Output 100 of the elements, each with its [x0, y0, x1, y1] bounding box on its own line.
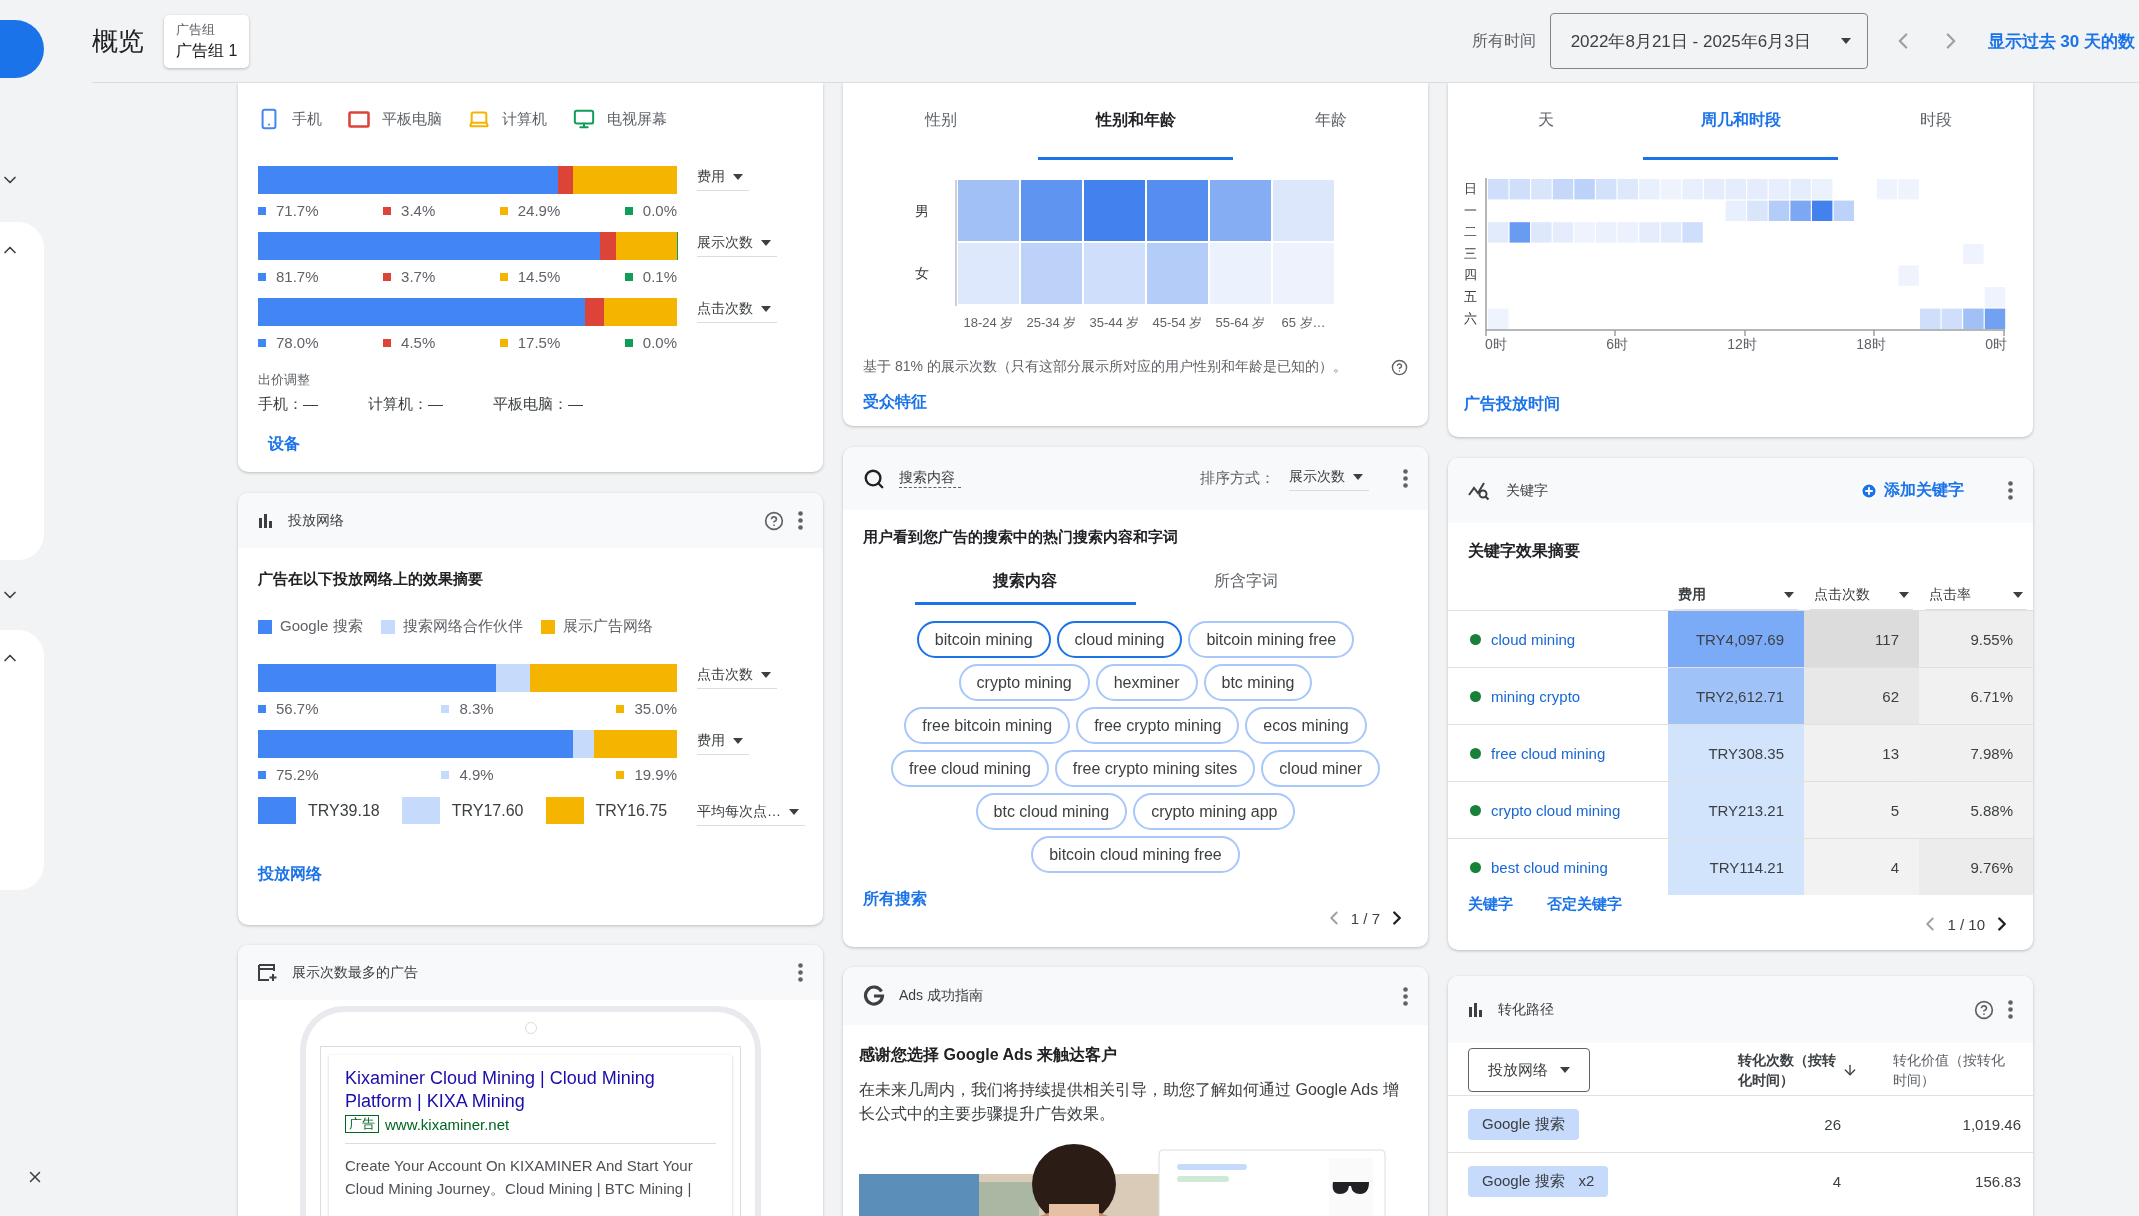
legend-marker: [499, 338, 508, 347]
search-term-chip[interactable]: hexminer: [1095, 664, 1198, 701]
heatmap-cell: [1941, 308, 1962, 329]
date-range-dropdown[interactable]: 2022年8月21日 - 2025年6月3日: [1549, 13, 1868, 69]
status-dot: [1470, 690, 1481, 702]
heatmap-cell: [1984, 287, 2006, 308]
keyword-link[interactable]: best cloud mining: [1491, 858, 1608, 876]
more-button[interactable]: [798, 963, 803, 982]
table-cell: 7.98%: [1919, 725, 2033, 781]
search-term-chip[interactable]: cloud miner: [1261, 750, 1381, 787]
legend-marker: [616, 704, 625, 713]
keyword-search-icon: [1468, 480, 1492, 501]
more-button[interactable]: [798, 511, 803, 530]
caret-icon: [761, 240, 771, 246]
table-cell-text: 156.83: [1974, 1172, 2022, 1190]
share-value: 17.5%: [517, 334, 561, 351]
help-button[interactable]: [1974, 999, 1994, 1020]
heatmap-cell: [1509, 179, 1530, 200]
column-header[interactable]: 点击次数: [1810, 580, 1913, 610]
more-button[interactable]: [1403, 986, 1408, 1006]
legend-marker: [258, 272, 266, 281]
tab[interactable]: 时段: [1838, 83, 2033, 160]
search-term-chip[interactable]: bitcoin mining: [916, 621, 1051, 658]
keyword-link[interactable]: crypto cloud mining: [1491, 801, 1621, 819]
bid-adjustment-title: 出价调整: [258, 371, 311, 389]
network-link[interactable]: 投放网络: [258, 864, 322, 885]
keyword-link[interactable]: free cloud mining: [1491, 744, 1606, 762]
ad-headline[interactable]: Kixaminer Cloud Mining | Cloud Mining Platform | KIXA Mining: [345, 1067, 716, 1113]
add-keyword-button[interactable]: 添加关键字: [1854, 479, 1970, 502]
devices-link[interactable]: 设备: [268, 434, 300, 455]
tab[interactable]: 天: [1448, 83, 1643, 160]
more-button[interactable]: [2008, 1000, 2013, 1019]
column-header[interactable]: 转化次数（按转化时间）: [1738, 1050, 1840, 1090]
search-term-chip[interactable]: bitcoin cloud mining free: [1031, 836, 1240, 873]
tab[interactable]: 周几和时段: [1643, 83, 1838, 160]
metric-dropdown[interactable]: 费用: [697, 732, 749, 755]
schedule-link[interactable]: 广告投放时间: [1464, 394, 1560, 415]
legend-marker: [258, 206, 266, 215]
network-dropdown[interactable]: 投放网络: [1468, 1048, 1590, 1092]
metric-dropdown[interactable]: 平均每次点…: [697, 803, 805, 826]
search-term-chip[interactable]: ecos mining: [1245, 707, 1367, 744]
keyword-link[interactable]: mining crypto: [1491, 687, 1581, 705]
heatmap-cell: [1963, 308, 1984, 329]
tab[interactable]: 所含字词: [1135, 553, 1356, 605]
tab[interactable]: 性别: [843, 83, 1038, 160]
search-term-chip[interactable]: crypto mining app: [1133, 793, 1296, 830]
search-term-chip[interactable]: free cloud mining: [890, 750, 1049, 787]
caret-icon: [761, 306, 771, 312]
guide-heading: 感谢您选择 Google Ads 来触达客户: [859, 1045, 1119, 1065]
search-term-chip[interactable]: cloud mining: [1056, 621, 1183, 658]
legend-label: 平板电脑: [382, 109, 442, 129]
metric-dropdown[interactable]: 点击次数: [697, 300, 777, 323]
tab[interactable]: 年龄: [1233, 83, 1428, 160]
audience-link[interactable]: 受众特征: [863, 392, 927, 413]
create-button[interactable]: [0, 20, 44, 78]
share-value: 0.0%: [642, 202, 677, 219]
sort-arrow-icon: [1842, 1062, 1858, 1078]
avg-cpc-value: TRY17.60: [451, 801, 524, 820]
heatmap-cell: [1833, 200, 1854, 221]
search-term-chip[interactable]: crypto mining: [958, 664, 1090, 701]
tab[interactable]: 搜索内容: [915, 553, 1136, 605]
ad-group-selector[interactable]: 广告组 广告组 1: [164, 14, 250, 68]
metric-dropdown[interactable]: 费用: [697, 168, 749, 191]
help-button[interactable]: [764, 510, 784, 531]
table-cell: 9.55%: [1919, 611, 2033, 667]
search-term-chip[interactable]: bitcoin mining free: [1188, 621, 1355, 658]
metric-dropdown[interactable]: 展示次数: [697, 234, 777, 257]
heatmap-cell: [1531, 222, 1552, 243]
more-button[interactable]: [1403, 469, 1408, 488]
legend-marker: [383, 272, 392, 281]
search-term-chip[interactable]: btc mining: [1203, 664, 1313, 701]
more-button[interactable]: [2008, 481, 2013, 500]
column-header[interactable]: 点击率: [1925, 580, 2027, 610]
table-cell-text: 1,019.46: [1961, 1115, 2022, 1133]
share-value: 0.1%: [642, 268, 677, 285]
keyword-link[interactable]: cloud mining: [1491, 630, 1576, 648]
search-term-chip[interactable]: btc cloud mining: [975, 793, 1128, 830]
card-title: Ads 成功指南: [899, 987, 983, 1005]
more-icon: [1403, 469, 1408, 488]
legend-marker: [624, 272, 633, 281]
status-dot: [1470, 747, 1481, 759]
column-header[interactable]: 费用: [1674, 580, 1798, 610]
search-field[interactable]: 搜索内容: [899, 469, 961, 488]
keywords-link[interactable]: 否定关键字: [1547, 895, 1622, 914]
recent-data-link[interactable]: 显示过去 30 天的数: [1987, 29, 2135, 53]
keywords-link[interactable]: 关键字: [1468, 895, 1513, 914]
table-cell: 5: [1804, 782, 1919, 838]
table-cell-text: 4: [1831, 1172, 1842, 1190]
column-header[interactable]: 转化价值（按转化时间）: [1893, 1050, 2013, 1090]
search-term-chip[interactable]: free crypto mining: [1076, 707, 1240, 744]
tab[interactable]: 性别和年龄: [1038, 83, 1233, 160]
search-term-chip[interactable]: free bitcoin mining: [904, 707, 1071, 744]
page-indicator: 1 / 10: [1947, 915, 1985, 933]
legend-label: 计算机: [502, 109, 547, 129]
heatmap-cell: [1574, 222, 1595, 243]
all-searches-link[interactable]: 所有搜索: [863, 889, 927, 910]
sort-dropdown[interactable]: 展示次数: [1289, 468, 1369, 491]
metric-dropdown[interactable]: 点击次数: [697, 666, 777, 689]
heatmap-cell: [1021, 243, 1082, 304]
search-term-chip[interactable]: free crypto mining sites: [1054, 750, 1256, 787]
